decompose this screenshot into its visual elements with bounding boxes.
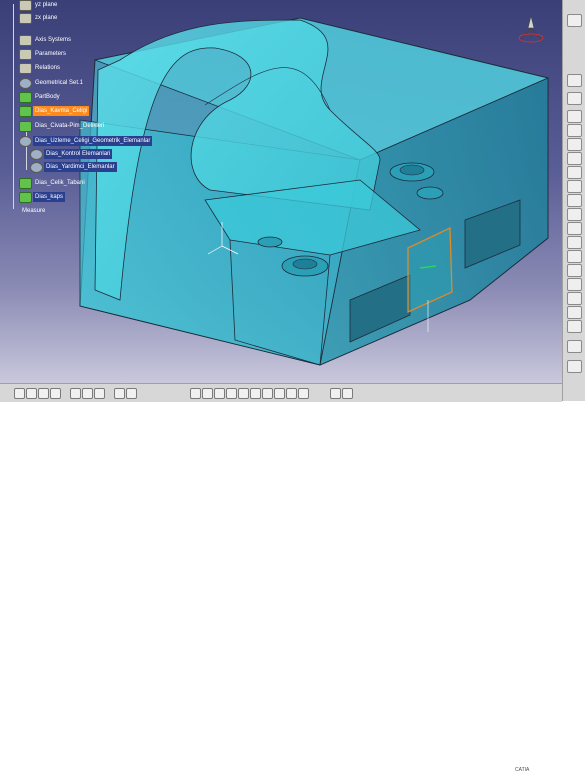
- tree-item-label: Relations: [35, 65, 61, 71]
- select-icon[interactable]: [567, 14, 582, 27]
- tree-item-label: zx plane: [35, 15, 58, 21]
- fillet-icon[interactable]: [567, 180, 582, 193]
- body-icon: [19, 178, 32, 189]
- tree-item-axis-systems[interactable]: Axis Systems: [19, 35, 73, 46]
- rotate-icon[interactable]: [214, 388, 225, 399]
- split-icon[interactable]: [567, 264, 582, 277]
- tree-item-dias-kavma-celigi[interactable]: Dias_Kavma_Celigi: [19, 106, 90, 117]
- pad-icon[interactable]: [567, 92, 582, 105]
- render-icon[interactable]: [330, 388, 341, 399]
- pattern-icon[interactable]: [567, 292, 582, 305]
- tree-item-label: Dias_Celik_Tabani: [35, 180, 85, 186]
- rib-icon[interactable]: [567, 152, 582, 165]
- tree-item-dias-civata-pim-delikleri[interactable]: Dias_Civata-Pim_Delikleri: [19, 121, 106, 132]
- parameters-icon: [19, 49, 32, 60]
- body-icon: [19, 106, 32, 117]
- app-logo: CATIA: [515, 767, 530, 773]
- pocket-icon[interactable]: [567, 110, 582, 123]
- hole-icon[interactable]: [567, 138, 582, 151]
- tree-item-label: Measure: [22, 208, 46, 214]
- tree-item-label: Dias_kaps: [35, 194, 64, 200]
- print-icon[interactable]: [50, 388, 61, 399]
- tree-item-yz-plane[interactable]: yz plane: [19, 0, 59, 11]
- swap-icon[interactable]: [298, 388, 309, 399]
- slot-icon[interactable]: [567, 166, 582, 179]
- boolean-icon[interactable]: [567, 320, 582, 333]
- shell-icon[interactable]: [567, 222, 582, 235]
- tree-item-dias-kontrol-elemanlari[interactable]: Dias_Kontrol Elemanlari: [30, 149, 113, 160]
- tree-item-zx-plane[interactable]: zx plane: [19, 13, 59, 24]
- 3d-viewport[interactable]: yz plane zx plane Axis Systems Parameter…: [0, 0, 562, 383]
- bottom-toolbar: CATIA: [0, 383, 562, 773]
- tree-item-label: Dias_Kontrol Elemanlari: [46, 151, 111, 157]
- scale-icon[interactable]: [567, 306, 582, 319]
- mirror-icon[interactable]: [567, 278, 582, 291]
- material-icon[interactable]: [567, 360, 582, 373]
- plane-icon: [19, 13, 32, 24]
- paste-icon[interactable]: [94, 388, 105, 399]
- tree-branch-line: [13, 4, 14, 209]
- relations-icon: [19, 63, 32, 74]
- normal-view-icon[interactable]: [250, 388, 261, 399]
- tree-item-label: Axis Systems: [35, 37, 72, 43]
- tree-item-label: Dias_Yardimci_Elemanlar: [46, 164, 115, 170]
- iso-view-icon[interactable]: [262, 388, 273, 399]
- tree-item-partbody[interactable]: PartBody: [19, 92, 62, 103]
- set-icon: [19, 136, 32, 147]
- body-icon: [19, 192, 32, 203]
- geometrical-set-icon: [19, 78, 32, 89]
- body-icon: [19, 121, 32, 132]
- cut-icon[interactable]: [70, 388, 81, 399]
- tree-item-geometrical-set[interactable]: Geometrical Set.1: [19, 78, 85, 89]
- tree-item-dias-uzleme-celigi[interactable]: Dias_Uzleme_Celigi_Geometrik_Elemanlar: [19, 136, 153, 147]
- zoom-out-icon[interactable]: [238, 388, 249, 399]
- material-icon[interactable]: [342, 388, 353, 399]
- fit-all-icon[interactable]: [190, 388, 201, 399]
- undo-icon[interactable]: [114, 388, 125, 399]
- tree-item-label: Dias_Uzleme_Celigi_Geometrik_Elemanlar: [35, 138, 151, 144]
- shaft-icon[interactable]: [567, 124, 582, 137]
- tree-item-relations[interactable]: Relations: [19, 63, 62, 74]
- chamfer-icon[interactable]: [567, 194, 582, 207]
- shading-icon[interactable]: [274, 388, 285, 399]
- set-icon: [30, 149, 43, 160]
- tree-item-label: Parameters: [35, 51, 67, 57]
- axis-system-icon: [19, 35, 32, 46]
- zoom-in-icon[interactable]: [226, 388, 237, 399]
- compass-icon[interactable]: [515, 14, 547, 48]
- tree-item-label: Dias_Kavma_Celigi: [35, 108, 88, 114]
- draft-icon[interactable]: [567, 208, 582, 221]
- right-toolbar: [562, 0, 585, 401]
- sketch-icon[interactable]: [567, 74, 582, 87]
- tree-item-dias-celik-tabani[interactable]: Dias_Celik_Tabani: [19, 178, 87, 189]
- specification-tree[interactable]: yz plane zx plane Axis Systems Parameter…: [0, 0, 200, 220]
- open-icon[interactable]: [26, 388, 37, 399]
- tree-item-measure[interactable]: Measure: [20, 206, 47, 216]
- save-icon[interactable]: [38, 388, 49, 399]
- tree-item-label: yz plane: [35, 2, 58, 8]
- copy-icon[interactable]: [82, 388, 93, 399]
- hide-show-icon[interactable]: [286, 388, 297, 399]
- pan-icon[interactable]: [202, 388, 213, 399]
- tree-item-dias-yardimci-elemanlar[interactable]: Dias_Yardimci_Elemanlar: [30, 162, 117, 173]
- measure-icon[interactable]: [567, 340, 582, 353]
- thread-icon[interactable]: [567, 250, 582, 263]
- tree-item-dias-kaps[interactable]: Dias_kaps: [19, 192, 66, 203]
- tree-item-parameters[interactable]: Parameters: [19, 49, 68, 60]
- tree-item-label: PartBody: [35, 94, 60, 100]
- tree-item-label: Geometrical Set.1: [35, 80, 84, 86]
- partbody-icon: [19, 92, 32, 103]
- plane-icon: [19, 0, 32, 11]
- redo-icon[interactable]: [126, 388, 137, 399]
- new-icon[interactable]: [14, 388, 25, 399]
- set-icon: [30, 162, 43, 173]
- tree-item-label: Dias_Civata-Pim_Delikleri: [35, 123, 105, 129]
- thickness-icon[interactable]: [567, 236, 582, 249]
